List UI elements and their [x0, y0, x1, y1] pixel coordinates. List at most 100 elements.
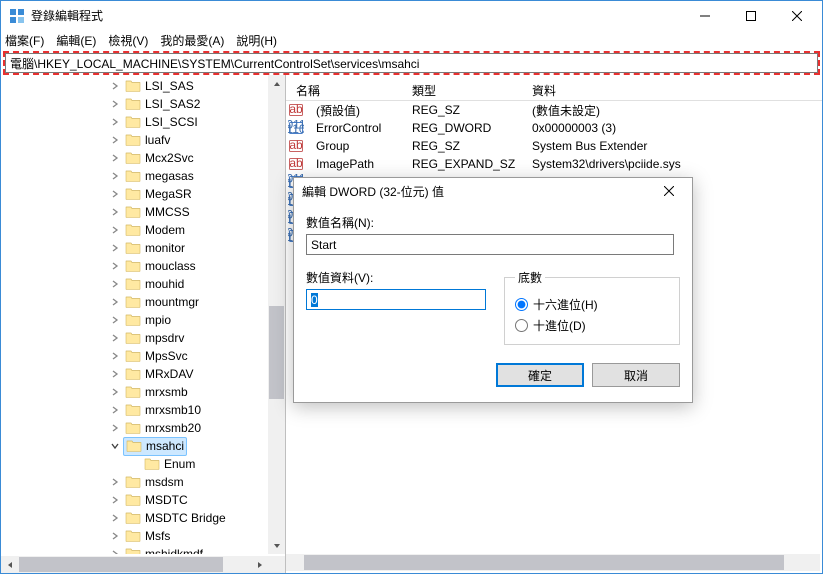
tree-item[interactable]: luafv — [1, 131, 285, 149]
tree-expander-icon[interactable] — [109, 188, 121, 200]
tree-item[interactable]: megasas — [1, 167, 285, 185]
tree-item[interactable]: Modem — [1, 221, 285, 239]
menu-file[interactable]: 檔案(F) — [5, 32, 44, 49]
svg-text:ab: ab — [289, 138, 303, 152]
tree-expander-icon[interactable] — [109, 422, 121, 434]
tree-item[interactable]: MMCSS — [1, 203, 285, 221]
tree-expander-icon[interactable] — [109, 386, 121, 398]
dialog-title-bar[interactable]: 編輯 DWORD (32-位元) 值 — [294, 178, 692, 204]
tree-label: msahci — [146, 439, 184, 453]
dialog-close-button[interactable] — [654, 179, 684, 203]
tree-expander-icon[interactable] — [109, 116, 121, 128]
menu-help[interactable]: 說明(H) — [236, 32, 277, 49]
tree-label: mrxsmb20 — [145, 421, 201, 435]
list-item[interactable]: 011110ErrorControlREG_DWORD0x00000003 (3… — [286, 119, 822, 137]
tree-item[interactable]: Msfs — [1, 527, 285, 545]
ok-button[interactable]: 確定 — [496, 363, 584, 387]
tree-expander-icon[interactable] — [109, 242, 121, 254]
tree-expander-icon[interactable] — [109, 170, 121, 182]
tree-expander-icon[interactable] — [109, 278, 121, 290]
tree-item[interactable]: MpsSvc — [1, 347, 285, 365]
tree-item[interactable]: mouhid — [1, 275, 285, 293]
tree[interactable]: LSI_SASLSI_SAS2LSI_SCSIluafvMcx2Svcmegas… — [1, 75, 285, 554]
radio-hex[interactable] — [515, 298, 528, 311]
tree-item[interactable]: MegaSR — [1, 185, 285, 203]
maximize-button[interactable] — [728, 1, 774, 30]
list-item[interactable]: ab(預設值)REG_SZ(數值未設定) — [286, 101, 822, 119]
address-bar[interactable] — [5, 53, 818, 73]
folder-icon — [125, 546, 141, 555]
value-data-input[interactable] — [306, 289, 486, 310]
tree-item[interactable]: Enum — [1, 455, 285, 473]
list-rows[interactable]: ab(預設值)REG_SZ(數值未設定)011110ErrorControlRE… — [286, 101, 822, 173]
tree-expander-icon[interactable] — [109, 260, 121, 272]
list-scrollbar-horizontal[interactable] — [286, 554, 820, 571]
tree-item[interactable]: mshidkmdf — [1, 545, 285, 554]
menu-favorites[interactable]: 我的最愛(A) — [160, 32, 224, 49]
scrollbar-thumb[interactable] — [304, 555, 784, 570]
tree-item[interactable]: mrxsmb20 — [1, 419, 285, 437]
list-item[interactable]: abGroupREG_SZSystem Bus Extender — [286, 137, 822, 155]
tree-expander-icon[interactable] — [109, 152, 121, 164]
tree-item[interactable]: mrxsmb — [1, 383, 285, 401]
tree-item[interactable]: LSI_SAS — [1, 77, 285, 95]
tree-item[interactable]: Mcx2Svc — [1, 149, 285, 167]
tree-item[interactable]: MSDTC — [1, 491, 285, 509]
minimize-button[interactable] — [682, 1, 728, 30]
scroll-left-arrow-icon[interactable] — [1, 556, 18, 573]
radio-dec-row[interactable]: 十進位(D) — [515, 317, 669, 334]
tree-item[interactable]: LSI_SAS2 — [1, 95, 285, 113]
tree-item[interactable]: LSI_SCSI — [1, 113, 285, 131]
tree-scrollbar-horizontal[interactable] — [1, 556, 268, 573]
value-data: System32\drivers\pciide.sys — [522, 157, 822, 171]
menu-view[interactable]: 檢視(V) — [108, 32, 148, 49]
list-item[interactable]: abImagePathREG_EXPAND_SZSystem32\drivers… — [286, 155, 822, 173]
column-name[interactable]: 名稱 — [286, 79, 402, 100]
radio-dec[interactable] — [515, 319, 528, 332]
tree-expander-icon[interactable] — [109, 476, 121, 488]
tree-expander-icon[interactable] — [109, 440, 121, 452]
tree-item[interactable]: MRxDAV — [1, 365, 285, 383]
tree-item[interactable]: msdsm — [1, 473, 285, 491]
tree-expander-icon[interactable] — [109, 350, 121, 362]
tree-expander-icon[interactable] — [109, 512, 121, 524]
tree-expander-icon[interactable] — [109, 134, 121, 146]
scrollbar-thumb[interactable] — [19, 557, 223, 572]
tree-expander-icon[interactable] — [109, 530, 121, 542]
tree-pane: LSI_SASLSI_SAS2LSI_SCSIluafvMcx2Svcmegas… — [1, 75, 286, 573]
tree-item[interactable]: mrxsmb10 — [1, 401, 285, 419]
scroll-right-arrow-icon[interactable] — [251, 556, 268, 573]
close-button[interactable] — [774, 1, 820, 30]
tree-item[interactable]: mpio — [1, 311, 285, 329]
tree-expander-icon[interactable] — [109, 332, 121, 344]
tree-item[interactable]: monitor — [1, 239, 285, 257]
scrollbar-thumb[interactable] — [269, 306, 284, 399]
menu-edit[interactable]: 編輯(E) — [56, 32, 96, 49]
tree-item[interactable]: mouclass — [1, 257, 285, 275]
tree-expander-icon[interactable] — [109, 296, 121, 308]
column-data[interactable]: 資料 — [522, 79, 822, 100]
window-title: 登錄編輯程式 — [31, 7, 682, 24]
tree-expander-icon[interactable] — [109, 368, 121, 380]
tree-item[interactable]: mountmgr — [1, 293, 285, 311]
tree-expander-icon[interactable] — [109, 80, 121, 92]
tree-expander-icon[interactable] — [109, 98, 121, 110]
scroll-up-arrow-icon[interactable] — [268, 75, 285, 92]
value-name-input[interactable] — [306, 234, 674, 255]
tree-expander-icon[interactable] — [109, 224, 121, 236]
radio-hex-row[interactable]: 十六進位(H) — [515, 296, 669, 313]
tree-item[interactable]: mpsdrv — [1, 329, 285, 347]
value-type-icon: 011110 — [288, 120, 304, 136]
list-header: 名稱 類型 資料 — [286, 79, 822, 101]
tree-expander-icon[interactable] — [109, 494, 121, 506]
tree-expander-icon[interactable] — [109, 314, 121, 326]
tree-expander-icon[interactable] — [109, 404, 121, 416]
tree-scrollbar-vertical[interactable] — [268, 75, 285, 554]
cancel-button[interactable]: 取消 — [592, 363, 680, 387]
scroll-down-arrow-icon[interactable] — [268, 537, 285, 554]
column-type[interactable]: 類型 — [402, 79, 522, 100]
tree-expander-icon[interactable] — [109, 548, 121, 554]
tree-item[interactable]: MSDTC Bridge — [1, 509, 285, 527]
tree-item[interactable]: msahci — [1, 437, 285, 455]
tree-expander-icon[interactable] — [109, 206, 121, 218]
